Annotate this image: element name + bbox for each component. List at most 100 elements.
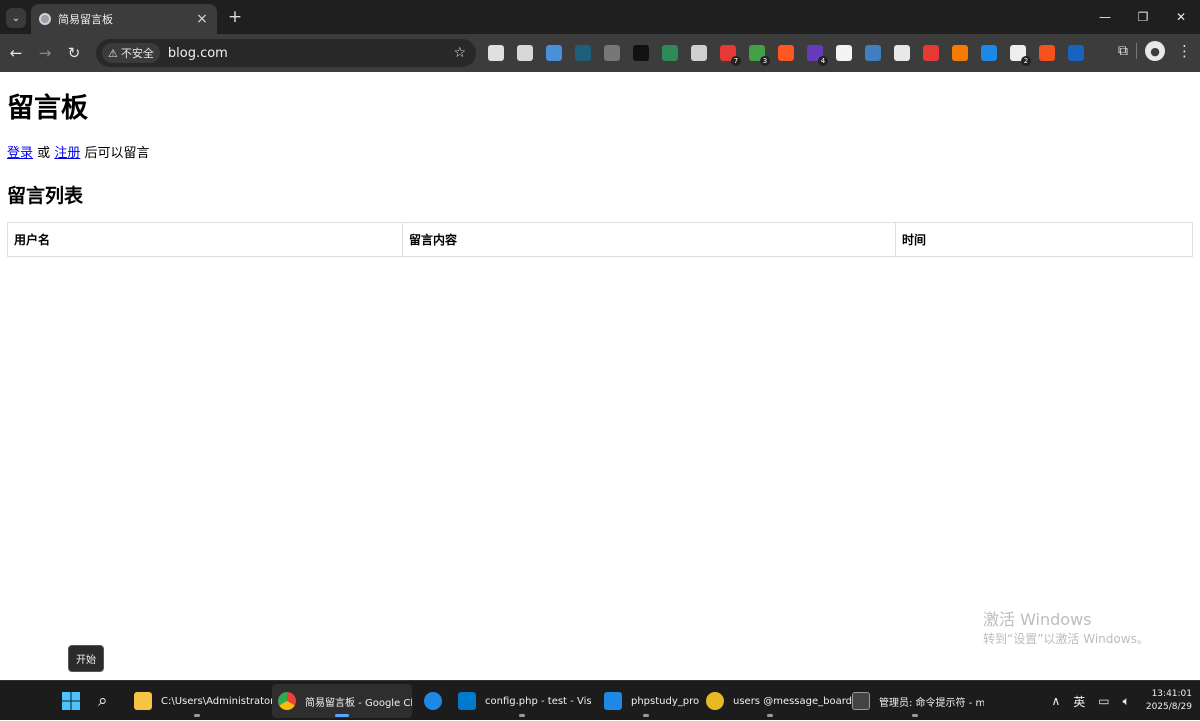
volume-icon[interactable]: 🔈︎ bbox=[1123, 694, 1130, 709]
ext-3-icon[interactable] bbox=[546, 45, 562, 61]
phpstudy-icon bbox=[604, 692, 622, 710]
navicat-icon bbox=[706, 692, 724, 710]
ext-13-icon[interactable] bbox=[836, 45, 852, 61]
start-tooltip: 开始 bbox=[68, 645, 104, 672]
ext-7-icon[interactable] bbox=[662, 45, 678, 61]
start-button[interactable] bbox=[56, 684, 86, 718]
taskbar-item-label: config.php - test - Visua bbox=[485, 695, 592, 707]
or-text: 或 bbox=[37, 146, 51, 161]
taskbar-item-explorer[interactable]: C:\Users\Administrator\ bbox=[128, 684, 278, 718]
register-link[interactable]: 注册 bbox=[54, 146, 80, 161]
message-list-heading: 留言列表 bbox=[7, 185, 84, 207]
running-indicator bbox=[643, 714, 649, 717]
ext-1-icon[interactable] bbox=[488, 45, 504, 61]
ext-2-icon[interactable] bbox=[517, 45, 533, 61]
browser-tab[interactable]: 简易留言板 × bbox=[31, 4, 217, 34]
close-tab-icon[interactable]: × bbox=[195, 11, 209, 27]
folder-icon bbox=[134, 692, 152, 710]
ext-12-icon[interactable]: 4 bbox=[807, 45, 828, 66]
running-indicator bbox=[519, 714, 525, 717]
windows-logo-icon bbox=[62, 692, 80, 710]
taskbar-item-label: users @message_board bbox=[733, 695, 853, 707]
ext-8-icon[interactable] bbox=[691, 45, 707, 61]
bookmark-star-icon[interactable]: ☆ bbox=[453, 45, 466, 61]
login-link[interactable]: 登录 bbox=[7, 146, 33, 161]
forward-button[interactable]: → bbox=[32, 40, 58, 66]
ext-18-icon[interactable] bbox=[981, 45, 997, 61]
running-indicator bbox=[767, 714, 773, 717]
menu-kebab-icon[interactable]: ⋮ bbox=[1177, 42, 1192, 60]
watermark-line-1: 激活 Windows bbox=[983, 610, 1092, 629]
windows-activation-watermark: 激活 Windows 转到“设置”以激活 Windows。 bbox=[983, 610, 1149, 648]
extension-badge: 2 bbox=[1021, 56, 1031, 66]
terminal-icon bbox=[852, 692, 870, 710]
app-icon bbox=[424, 692, 442, 710]
taskbar-item-navicat[interactable]: users @message_board bbox=[700, 684, 852, 718]
taskbar-item-label: phpstudy_pro bbox=[631, 695, 700, 707]
ext-19-icon[interactable]: 2 bbox=[1010, 45, 1031, 66]
ext-17-icon[interactable] bbox=[952, 45, 968, 61]
globe-icon bbox=[39, 13, 51, 25]
clock-time: 13:41:01 bbox=[1151, 689, 1192, 699]
ext-15-icon[interactable] bbox=[894, 45, 910, 61]
minimize-icon[interactable]: — bbox=[1086, 0, 1124, 34]
search-button[interactable]: ⌕ bbox=[92, 684, 122, 718]
back-button[interactable]: ← bbox=[3, 40, 29, 66]
system-tray: ∧ 英 ▭ 🔈︎ 13:41:01 2025/8/29 bbox=[1038, 681, 1192, 721]
extensions-row: 7 3 4 2 bbox=[488, 43, 1097, 66]
clock[interactable]: 13:41:01 2025/8/29 bbox=[1146, 688, 1192, 714]
running-indicator bbox=[912, 714, 918, 717]
toolbar-divider bbox=[1136, 43, 1137, 59]
login-prompt: 登录 或 注册 后可以留言 bbox=[7, 145, 1193, 163]
restore-icon[interactable]: ❐ bbox=[1124, 0, 1162, 34]
message-table: 用户名 留言内容 时间 bbox=[7, 222, 1193, 257]
page-title: 留言板 bbox=[7, 93, 88, 124]
ext-14-icon[interactable] bbox=[865, 45, 881, 61]
ext-4-icon[interactable] bbox=[575, 45, 591, 61]
url-text[interactable]: blog.com bbox=[168, 46, 454, 61]
security-chip[interactable]: ⚠ 不安全 bbox=[102, 43, 160, 63]
ext-10-icon[interactable]: 3 bbox=[749, 45, 770, 66]
column-header-content: 留言内容 bbox=[402, 222, 896, 257]
taskbar-item-app[interactable] bbox=[418, 684, 448, 718]
ext-9-icon[interactable]: 7 bbox=[720, 45, 741, 66]
extension-badge: 4 bbox=[818, 56, 828, 66]
column-header-username: 用户名 bbox=[7, 222, 403, 257]
column-header-time: 时间 bbox=[895, 222, 1193, 257]
new-tab-button[interactable]: + bbox=[226, 9, 244, 27]
address-bar[interactable]: ⚠ 不安全 blog.com ☆ bbox=[96, 39, 476, 67]
security-label: 不安全 bbox=[120, 47, 154, 60]
extensions-puzzle-icon[interactable]: ⧉ bbox=[1118, 43, 1128, 59]
taskbar-item-phpstudy[interactable]: phpstudy_pro bbox=[598, 684, 699, 718]
web-page: 留言板 登录 或 注册 后可以留言 留言列表 用户名 留言内容 时间 激活 Wi… bbox=[0, 72, 1200, 680]
window-controls: — ❐ ✕ bbox=[1086, 0, 1200, 34]
windows-taskbar: ⌕ C:\Users\Administrator\ 简易留言板 - Google… bbox=[0, 680, 1200, 720]
ext-5-icon[interactable] bbox=[604, 45, 620, 61]
close-window-icon[interactable]: ✕ bbox=[1162, 0, 1200, 34]
ext-21-icon[interactable] bbox=[1068, 45, 1084, 61]
taskbar-item-vscode[interactable]: config.php - test - Visua bbox=[452, 684, 592, 718]
clock-date: 2025/8/29 bbox=[1145, 702, 1192, 712]
vscode-icon bbox=[458, 692, 476, 710]
taskbar-item-chrome[interactable]: 简易留言板 - Google Ch bbox=[272, 684, 412, 718]
running-indicator bbox=[194, 714, 200, 717]
warning-icon: ⚠ bbox=[108, 46, 118, 60]
reload-button[interactable]: ↻ bbox=[61, 40, 87, 66]
extension-badge: 3 bbox=[760, 56, 770, 66]
tab-search-button[interactable]: ⌄ bbox=[6, 8, 26, 28]
ext-11-icon[interactable] bbox=[778, 45, 794, 61]
taskbar-item-label: C:\Users\Administrator\ bbox=[161, 695, 278, 707]
ext-20-icon[interactable] bbox=[1039, 45, 1055, 61]
chrome-icon bbox=[278, 692, 296, 710]
network-icon[interactable]: ▭ bbox=[1098, 694, 1109, 708]
ime-indicator[interactable]: 英 bbox=[1073, 693, 1085, 710]
login-suffix-text: 后可以留言 bbox=[84, 146, 150, 161]
watermark-line-2: 转到“设置”以激活 Windows。 bbox=[983, 632, 1149, 646]
ext-6-icon[interactable] bbox=[633, 45, 649, 61]
chevron-up-icon[interactable]: ∧ bbox=[1051, 694, 1060, 708]
taskbar-item-label: 简易留言板 - Google Ch bbox=[305, 697, 412, 709]
taskbar-item-cmd[interactable]: 管理员: 命令提示符 - my bbox=[846, 684, 984, 718]
profile-avatar-icon[interactable]: ● bbox=[1145, 41, 1165, 61]
tab-strip: ⌄ 简易留言板 × + — ❐ ✕ bbox=[0, 0, 1200, 34]
ext-16-icon[interactable] bbox=[923, 45, 939, 61]
